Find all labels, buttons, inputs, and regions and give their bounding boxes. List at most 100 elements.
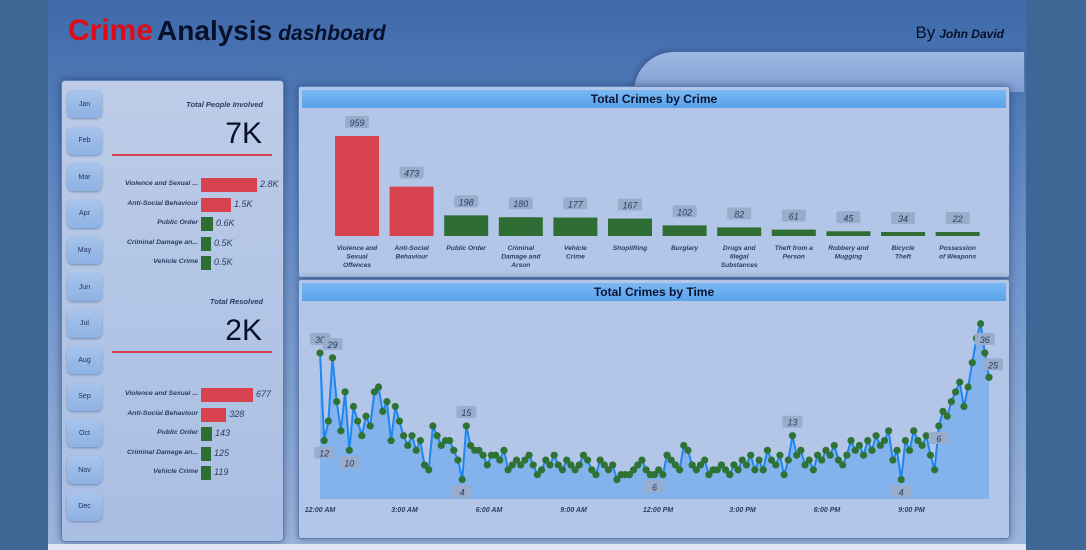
kpi-bar-value: 0.5K — [214, 257, 233, 268]
time-data-point — [358, 432, 366, 440]
crime-bar-value-label: 22 — [952, 214, 963, 224]
time-data-point — [412, 446, 420, 454]
crime-category-label: Bicycle Theft — [891, 245, 914, 260]
time-data-point — [947, 398, 955, 406]
kpi-bar-row: Anti-Social Behaviour 328 — [112, 407, 282, 423]
time-axis-tick-label: 9:00 AM — [560, 507, 587, 514]
time-data-point — [935, 422, 943, 430]
time-value-label: 6 — [936, 434, 941, 444]
time-data-point — [818, 456, 826, 464]
crime-bar-value-label: 473 — [404, 169, 419, 179]
kpi-bar-row: Violence and Sexual ... 2.8K — [112, 177, 282, 193]
kpi-bar-value: 0.6K — [216, 218, 235, 229]
crime-bar — [553, 217, 598, 236]
time-axis-tick-label: 6:00 PM — [814, 507, 841, 514]
crime-bar-value-label: 959 — [349, 118, 364, 128]
total-people-label: Total People Involved — [186, 100, 263, 109]
crime-bar — [608, 218, 652, 236]
kpi-bar-row: Criminal Damage an... 125 — [112, 446, 282, 462]
crime-bar — [662, 225, 707, 236]
month-button-apr[interactable]: Apr — [67, 199, 102, 228]
time-data-point — [918, 441, 926, 450]
time-data-point — [880, 436, 889, 445]
kpi-bar-value: 328 — [229, 408, 245, 419]
dashboard-canvas: Crime Analysis dashboard By John David Jan F… — [48, 0, 1026, 550]
time-data-point — [763, 446, 771, 454]
kpi-bar — [201, 388, 253, 402]
kpi-bar — [201, 407, 227, 422]
crimes-by-time-card: Total Crimes by Time 30 12 29 10 15 6 4 13 4 36 25… — [298, 279, 1010, 539]
time-value-label: 4 — [899, 488, 904, 498]
time-data-point — [968, 359, 976, 367]
time-data-point — [951, 388, 960, 396]
month-button-jul[interactable]: Jul — [67, 309, 102, 338]
kpi-bar — [201, 446, 211, 461]
crime-category-label: Criminal Damage and Arson — [501, 245, 541, 269]
crimes-by-crime-card: Total Crimes by Crime 959 Violence and Sex… — [298, 86, 1010, 278]
time-data-point — [454, 456, 462, 464]
month-button-feb[interactable]: Feb — [67, 126, 102, 155]
month-button-jun[interactable]: Jun — [67, 273, 102, 301]
time-data-point — [780, 471, 788, 479]
time-data-point — [341, 388, 349, 396]
time-data-point — [316, 349, 324, 357]
time-data-point — [864, 436, 872, 445]
time-axis-tick-label: 12:00 AM — [305, 507, 336, 514]
kpi-bar-value: 677 — [256, 389, 272, 399]
time-data-point — [905, 446, 914, 454]
time-data-point — [926, 451, 935, 459]
crime-bar — [389, 186, 434, 236]
title-crime: Crime — [68, 14, 154, 47]
time-data-point — [609, 461, 617, 469]
time-data-point — [395, 417, 404, 425]
month-button-sep[interactable]: Sep — [67, 382, 102, 411]
time-data-point — [391, 402, 399, 411]
time-data-point — [797, 446, 805, 454]
time-data-point — [747, 451, 755, 459]
time-data-point — [931, 466, 939, 474]
time-data-point — [575, 461, 583, 469]
time-data-point — [328, 354, 337, 362]
crime-bar — [881, 232, 925, 236]
crime-bar — [444, 215, 489, 236]
dashboard-title: Crime Analysis dashboard — [68, 14, 386, 48]
total-resolved-value: 2K — [225, 314, 262, 347]
kpi-panel: Jan Feb Mar Apr May Jun Jul Aug Sep Oct Nov Dec Tot… — [61, 80, 284, 542]
month-button-aug[interactable]: Aug — [67, 346, 102, 375]
time-data-point — [868, 446, 876, 454]
time-data-point — [429, 422, 437, 430]
crime-category-label: Possession of Weapons — [939, 245, 977, 260]
kpi-bar-row: Vehicle Crime 0.5K — [112, 255, 282, 271]
time-data-point — [943, 412, 951, 420]
time-value-label: 15 — [461, 408, 472, 418]
month-button-nov[interactable]: Nov — [67, 456, 102, 484]
month-button-jan[interactable]: Jan — [67, 90, 102, 118]
kpi-divider — [112, 351, 272, 353]
time-data-point — [759, 466, 767, 474]
crime-bar-value-label: 61 — [789, 212, 799, 222]
time-data-point — [592, 471, 600, 479]
kpi-bar-value: 1.5K — [234, 198, 253, 209]
kpi-divider — [112, 154, 272, 156]
kpi-bar-category: Anti-Social Behaviour — [127, 199, 198, 207]
kpi-bar — [201, 197, 231, 212]
time-data-point — [525, 451, 533, 459]
month-button-may[interactable]: May — [67, 236, 102, 265]
time-data-point — [784, 456, 792, 464]
kpi-bar-category: Criminal Damage an... — [126, 448, 198, 456]
time-data-point — [550, 451, 558, 459]
kpi-bar — [201, 236, 211, 251]
time-data-point — [985, 373, 993, 381]
month-button-oct[interactable]: Oct — [67, 419, 102, 448]
time-data-point — [960, 402, 968, 411]
crime-category-label: Vehicle Crime — [564, 245, 587, 260]
month-button-dec[interactable]: Dec — [67, 492, 102, 521]
author-name: John David — [939, 27, 1004, 41]
kpi-bar — [201, 217, 213, 232]
time-data-point — [910, 427, 918, 435]
crime-bar — [335, 136, 379, 236]
time-data-point — [416, 436, 424, 445]
month-button-mar[interactable]: Mar — [67, 163, 102, 192]
crime-bar-value-label: 177 — [568, 200, 584, 210]
crime-bar — [771, 229, 816, 236]
